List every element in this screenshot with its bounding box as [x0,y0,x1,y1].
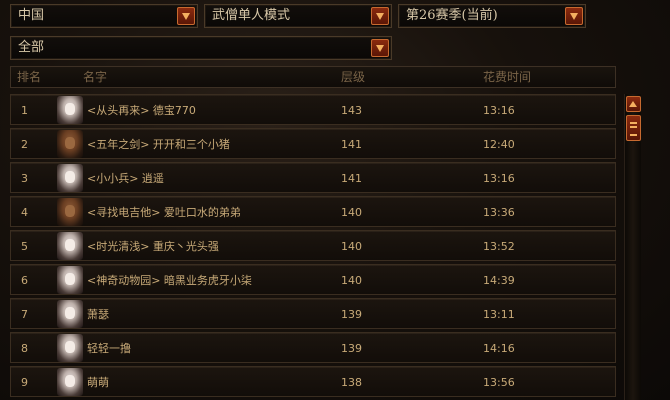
leaderboard-row[interactable]: 4 <寻找电吉他> 爱吐口水的弟弟 140 13:36 [10,196,616,227]
row-level: 140 [341,206,362,219]
female-monk-avatar-icon [57,368,83,396]
region-dropdown[interactable]: 中国 [10,4,198,28]
row-time: 13:16 [483,104,515,117]
leaderboard-row[interactable]: 1 <从头再来> 德宝770 143 13:16 [10,94,616,125]
row-rank: 5 [21,240,28,253]
row-player-name[interactable]: <神奇动物园> 暗黑业务虎牙小柒 [87,265,252,296]
row-level: 139 [341,308,362,321]
row-time: 13:52 [483,240,515,253]
row-time: 12:40 [483,138,515,151]
leaderboard-row[interactable]: 7 萧瑟 139 13:11 [10,298,616,329]
chevron-down-icon[interactable] [177,7,195,25]
scrollbar[interactable] [624,94,641,400]
season-value: 第26赛季(当前) [406,8,498,23]
column-header-time: 花费时间 [483,70,532,84]
row-level: 141 [341,172,362,185]
row-level: 139 [341,342,362,355]
row-player-name[interactable]: <时光清浅> 重庆丶光头强 [87,231,219,262]
row-rank: 1 [21,104,28,117]
row-rank: 7 [21,308,28,321]
row-time: 13:16 [483,172,515,185]
row-player-name[interactable]: <小小兵> 逍遥 [87,163,164,194]
row-rank: 6 [21,274,28,287]
scroll-up-icon[interactable] [626,96,641,112]
column-header-level: 层级 [341,70,366,84]
female-monk-avatar-icon [57,300,83,328]
row-rank: 4 [21,206,28,219]
row-time: 13:56 [483,376,515,389]
female-monk-avatar-icon [57,266,83,294]
row-rank: 2 [21,138,28,151]
row-rank: 8 [21,342,28,355]
row-player-name[interactable]: <从头再来> 德宝770 [87,95,196,126]
female-monk-avatar-icon [57,232,83,260]
row-level: 143 [341,104,362,117]
row-player-name[interactable]: <五年之剑> 开开和三个小猪 [87,129,230,160]
female-monk-avatar-icon [57,164,83,192]
leaderboard-header: 排名 名字 层级 花费时间 [10,66,616,88]
row-level: 138 [341,376,362,389]
leaderboard-row[interactable]: 8 轻轻一撸 139 14:16 [10,332,616,363]
chevron-down-icon[interactable] [371,7,389,25]
female-monk-avatar-icon [57,96,83,124]
scroll-thumb[interactable] [626,115,641,141]
leaderboard-row[interactable]: 3 <小小兵> 逍遥 141 13:16 [10,162,616,193]
row-time: 13:11 [483,308,515,321]
row-rank: 9 [21,376,28,389]
row-level: 141 [341,138,362,151]
row-level: 140 [341,274,362,287]
row-time: 14:39 [483,274,515,287]
row-time: 13:36 [483,206,515,219]
male-monk-avatar-icon [57,130,83,158]
row-player-name[interactable]: <寻找电吉他> 爱吐口水的弟弟 [87,197,241,228]
mode-value: 武僧单人模式 [212,8,291,23]
row-player-name[interactable]: 萧瑟 [87,299,109,330]
row-player-name[interactable]: 萌萌 [87,367,109,398]
leaderboard-row[interactable]: 6 <神奇动物园> 暗黑业务虎牙小柒 140 14:39 [10,264,616,295]
leaderboard-row[interactable]: 9 萌萌 138 13:56 [10,366,616,397]
male-monk-avatar-icon [57,198,83,226]
column-header-rank: 排名 [17,70,42,84]
season-dropdown[interactable]: 第26赛季(当前) [398,4,586,28]
chevron-down-icon[interactable] [565,7,583,25]
row-rank: 3 [21,172,28,185]
row-player-name[interactable]: 轻轻一撸 [87,333,131,364]
class-filter-dropdown[interactable]: 全部 [10,36,392,60]
row-level: 140 [341,240,362,253]
female-monk-avatar-icon [57,334,83,362]
leaderboard-row[interactable]: 5 <时光清浅> 重庆丶光头强 140 13:52 [10,230,616,261]
leaderboard-row[interactable]: 2 <五年之剑> 开开和三个小猪 141 12:40 [10,128,616,159]
mode-dropdown[interactable]: 武僧单人模式 [204,4,392,28]
chevron-down-icon[interactable] [371,39,389,57]
region-value: 中国 [18,8,45,23]
class-filter-value: 全部 [18,40,45,55]
row-time: 14:16 [483,342,515,355]
column-header-name: 名字 [83,70,108,84]
